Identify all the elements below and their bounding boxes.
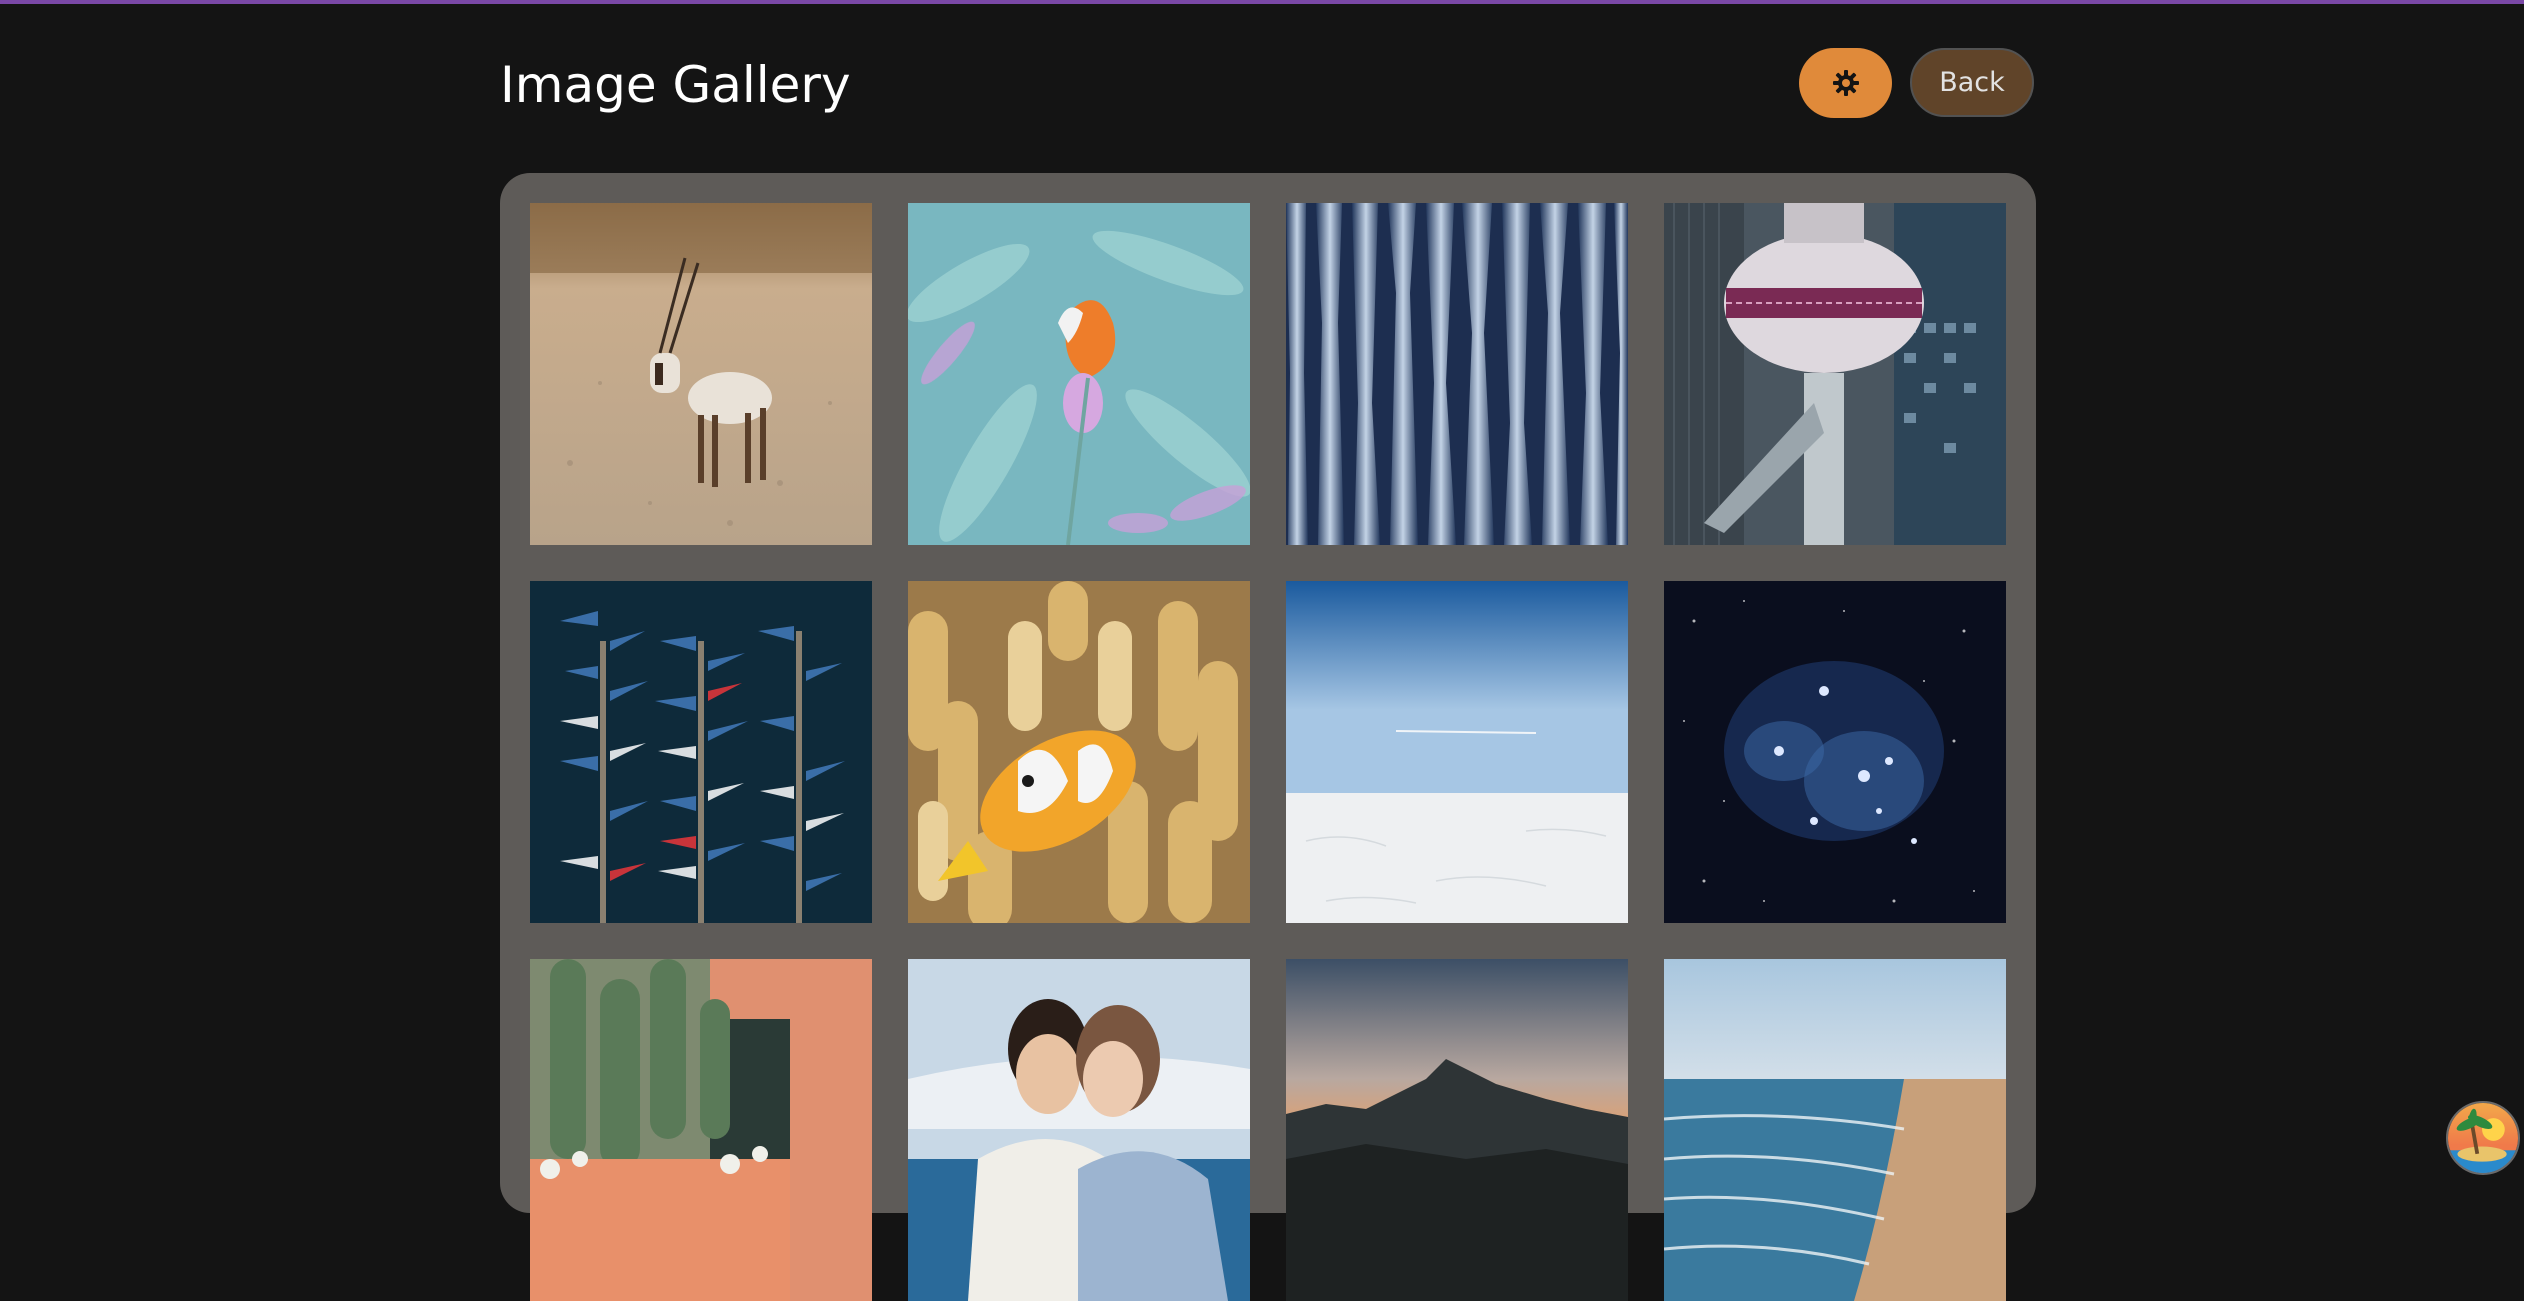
- palm-island-icon: [2448, 1103, 2518, 1173]
- gallery-image-couple[interactable]: [908, 959, 1250, 1301]
- gallery-image-clownfish[interactable]: [908, 581, 1250, 923]
- gallery-image-snow[interactable]: [1286, 581, 1628, 923]
- gallery-image-flower[interactable]: [908, 203, 1250, 545]
- back-button[interactable]: Back: [1910, 48, 2034, 117]
- gallery-image-boats[interactable]: [530, 581, 872, 923]
- gallery-image-cactus[interactable]: [530, 959, 872, 1301]
- gallery-image-blue-spikes[interactable]: [1286, 203, 1628, 545]
- page-title: Image Gallery: [500, 56, 851, 114]
- gallery-image-mountain[interactable]: [1286, 959, 1628, 1301]
- app-logo[interactable]: [2446, 1101, 2520, 1175]
- gallery-image-tower[interactable]: [1664, 203, 2006, 545]
- gallery-grid: [500, 173, 2036, 1301]
- gallery-image-stars[interactable]: [1664, 581, 2006, 923]
- gallery-image-beach[interactable]: [1664, 959, 2006, 1301]
- theme-toggle-button[interactable]: [1799, 48, 1892, 118]
- top-accent-bar: [0, 0, 2524, 4]
- gear-icon: [1832, 70, 1859, 96]
- gallery-image-oryx[interactable]: [530, 203, 872, 545]
